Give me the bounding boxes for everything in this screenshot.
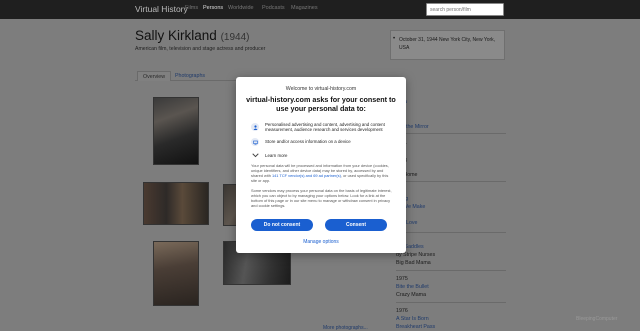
nav-films[interactable]: Films [185,5,198,11]
birth-info: October 31, 1944 New York City, New York… [399,37,496,51]
bullet-icon: • [393,36,396,42]
nav-podcasts[interactable]: Podcasts [262,5,285,11]
film-link[interactable]: Breakheart Pass [396,324,435,330]
divider [396,232,506,233]
people-icon [251,123,259,131]
photo-thumbnail[interactable] [143,182,209,225]
more-photos-link[interactable]: More photographs... [323,325,368,331]
page-title: Sally Kirkland (1944) [135,28,249,43]
film-title: Big Bad Mama [396,260,431,266]
consent-dialog: Welcome to virtual-history.com virtual-h… [236,77,406,253]
film-link[interactable]: A Star Is Born [396,316,429,322]
consent-details: Your personal data will be processed and… [251,163,393,184]
consent-button[interactable]: Consent [325,219,387,231]
nav-magazines[interactable]: Magazines [291,5,318,11]
nav-worldwide[interactable]: Worldwide [228,5,254,11]
learn-more-toggle[interactable]: Learn more [265,153,287,158]
bio-box: • October 31, 1944 New York City, New Yo… [390,30,505,60]
watermark-logo: BleepingComputer [576,316,618,322]
tab-photographs[interactable]: Photographs [170,71,210,81]
divider [396,181,506,182]
photo-thumbnail[interactable] [153,241,199,306]
do-not-consent-button[interactable]: Do not consent [251,219,313,231]
legitimate-interest-text: Some vendors may process your personal d… [251,188,392,208]
consent-heading: virtual-history.com asks for your consen… [246,95,396,113]
chevron-down-icon[interactable] [252,153,259,158]
divider [396,133,506,134]
film-link[interactable]: Bite the Bullet [396,284,429,290]
year-label: 1976 [396,308,408,314]
divider [396,270,506,271]
person-name: Sally Kirkland [135,28,217,43]
person-description: American film, television and stage actr… [135,46,266,52]
tab-overview[interactable]: Overview [137,71,172,81]
consent-purpose-2: Store and/or access information on a dev… [265,139,351,144]
manage-options-link[interactable]: Manage options [236,239,406,245]
film-title: Crazy Mama [396,292,427,298]
vendors-link[interactable]: 141 TCF vendor(s) and 69 ad partner(s) [272,173,341,178]
site-brand[interactable]: Virtual History [135,4,188,14]
search-input[interactable] [426,3,504,16]
consent-purpose-1: Personalised advertising and content, ad… [265,122,385,133]
photo-thumbnail[interactable] [153,97,199,165]
year-label: 1975 [396,276,408,282]
consent-welcome: Welcome to virtual-history.com [285,86,357,92]
person-year: (1944) [220,32,250,43]
top-navbar: Virtual History Films Persons Worldwide … [0,0,640,19]
divider [396,302,506,303]
device-icon [251,138,259,146]
nav-persons[interactable]: Persons [203,5,223,11]
